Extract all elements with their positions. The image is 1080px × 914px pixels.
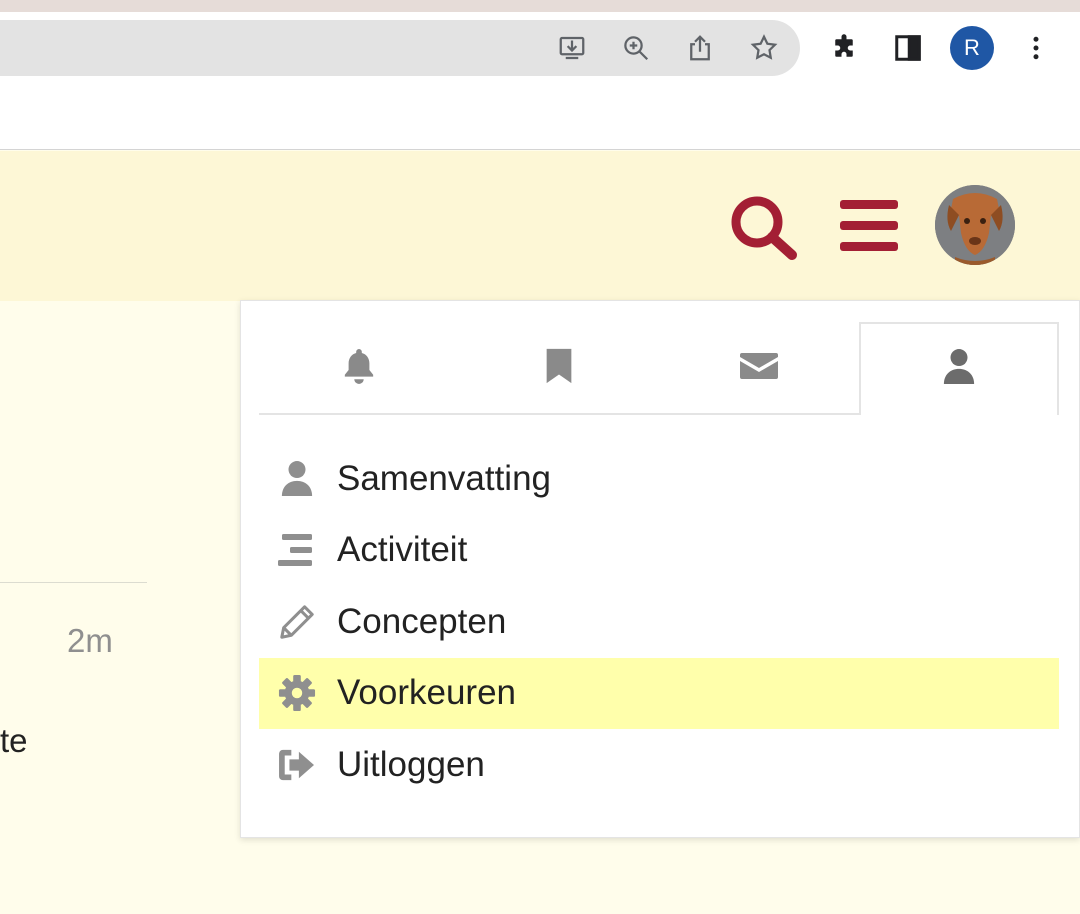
menu-item-label: Uitloggen bbox=[337, 744, 485, 784]
site-header bbox=[0, 151, 1080, 301]
hamburger-menu-icon[interactable] bbox=[838, 198, 900, 254]
menu-item-preferences[interactable]: Voorkeuren bbox=[259, 657, 1059, 729]
menu-item-logout[interactable]: Uitloggen bbox=[259, 729, 1059, 801]
profile-avatar[interactable]: R bbox=[950, 26, 994, 70]
user-icon bbox=[277, 459, 317, 499]
post-time: 2m bbox=[67, 622, 113, 659]
stream-icon bbox=[277, 530, 317, 570]
bookmark-icon bbox=[544, 347, 574, 390]
share-icon[interactable] bbox=[684, 32, 716, 64]
gear-icon bbox=[277, 673, 317, 713]
menu-item-label: Voorkeuren bbox=[337, 673, 517, 713]
browser-toolbar: R bbox=[0, 12, 1080, 150]
extensions-icon[interactable] bbox=[828, 32, 860, 64]
browser-tab-strip bbox=[0, 0, 1080, 12]
menu-item-activity[interactable]: Activiteit bbox=[259, 515, 1059, 587]
user-menu-panel: Samenvatting Activiteit Concepten Voorke… bbox=[240, 300, 1080, 838]
zoom-icon[interactable] bbox=[620, 32, 652, 64]
address-bar[interactable] bbox=[0, 20, 800, 76]
profile-initial: R bbox=[964, 35, 980, 60]
user-menu-list: Samenvatting Activiteit Concepten Voorke… bbox=[259, 443, 1059, 801]
install-icon[interactable] bbox=[556, 32, 588, 64]
post-text-fragment: te bbox=[0, 722, 28, 759]
content-divider bbox=[0, 582, 147, 583]
menu-item-label: Samenvatting bbox=[337, 458, 552, 498]
side-panel-icon[interactable] bbox=[892, 32, 924, 64]
kebab-menu-icon[interactable] bbox=[1020, 32, 1052, 64]
user-icon bbox=[942, 348, 976, 391]
menu-item-summary[interactable]: Samenvatting bbox=[259, 443, 1059, 515]
bell-icon bbox=[342, 347, 376, 390]
tab-profile[interactable] bbox=[859, 322, 1059, 415]
user-avatar[interactable] bbox=[935, 185, 1015, 265]
menu-item-label: Concepten bbox=[337, 601, 507, 641]
pencil-icon bbox=[277, 602, 317, 642]
sign-out-icon bbox=[277, 745, 317, 785]
tab-bookmarks[interactable] bbox=[459, 322, 659, 414]
bookmark-star-icon[interactable] bbox=[748, 32, 780, 64]
menu-item-label: Activiteit bbox=[337, 530, 468, 570]
tab-notifications[interactable] bbox=[259, 322, 459, 414]
envelope-icon bbox=[739, 351, 779, 386]
menu-item-drafts[interactable]: Concepten bbox=[259, 586, 1059, 658]
search-icon[interactable] bbox=[728, 193, 800, 261]
tab-messages[interactable] bbox=[659, 322, 859, 414]
